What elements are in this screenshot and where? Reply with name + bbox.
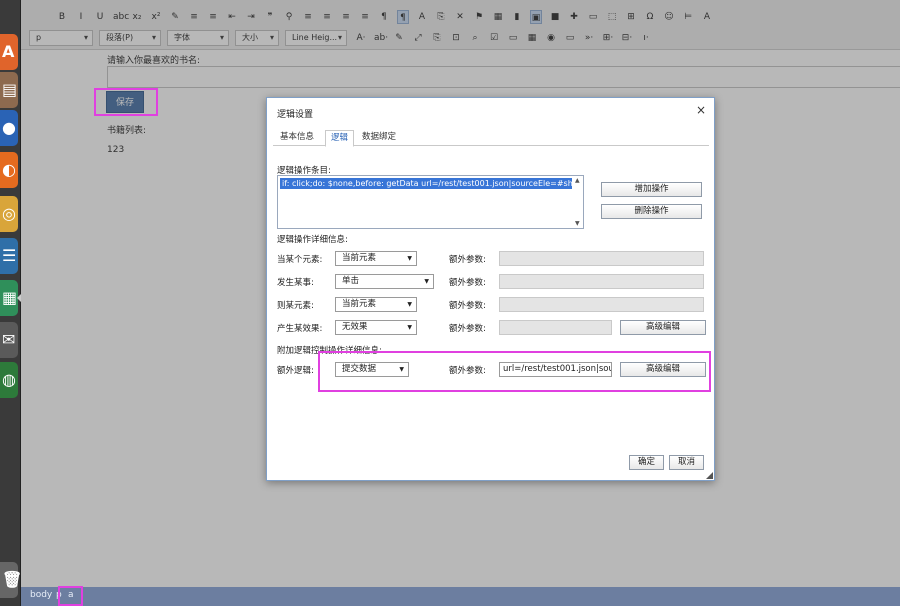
row-event-label: 发生某事: (277, 278, 314, 288)
ops-scrollbar[interactable]: ▲ ▼ (574, 177, 582, 227)
add-operation-button[interactable]: 增加操作 (601, 182, 702, 197)
launcher: A ▤ ● ◐ ◎ ☰ ▦ ✉ ◍ 🗑 (0, 0, 22, 606)
chat-icon[interactable]: ✉ (0, 322, 18, 358)
element-path-bar: body p a (21, 587, 900, 606)
event-select[interactable]: 单击 (335, 274, 434, 289)
row-effect-label: 产生某效果: (277, 324, 323, 334)
calc-icon[interactable]: ▦ (0, 280, 18, 316)
row-event-extra-label: 额外参数: (449, 278, 486, 288)
element-select[interactable]: 当前元素 (335, 251, 417, 266)
dialog-tabs: 基本信息 逻辑 数据绑定 (273, 128, 709, 147)
extra-logic-advanced-edit-button[interactable]: 高级编辑 (620, 362, 706, 377)
element-extra-input[interactable] (499, 251, 704, 266)
extra-logic-param-label: 额外参数: (449, 366, 486, 376)
effect-select[interactable]: 无效果 (335, 320, 417, 335)
writer-icon[interactable]: ☰ (0, 238, 18, 274)
trash-icon[interactable]: 🗑 (0, 562, 22, 598)
tab-data-binding[interactable]: 数据绑定 (357, 130, 401, 147)
row-element-label: 当某个元素: (277, 255, 323, 265)
close-icon[interactable]: × (696, 104, 706, 116)
delete-operation-button[interactable]: 删除操作 (601, 204, 702, 219)
row-target-label: 则某元素: (277, 301, 314, 311)
chrome-icon[interactable]: ◎ (0, 196, 18, 232)
ubuntu-software-icon[interactable]: A (0, 34, 18, 70)
event-extra-input[interactable] (499, 274, 704, 289)
effect-advanced-edit-button[interactable]: 高级编辑 (620, 320, 706, 335)
browser-icon[interactable]: ◍ (0, 362, 18, 398)
tab-logic[interactable]: 逻辑 (325, 130, 355, 147)
resize-grip-icon[interactable] (706, 472, 713, 479)
extra-logic-param-input[interactable]: url=/rest/test001.json|sourc (499, 362, 612, 377)
scroll-down-icon[interactable]: ▼ (575, 220, 580, 227)
dialog-title: 逻辑设置 (277, 110, 314, 120)
crumb-body[interactable]: body (30, 590, 52, 600)
detail-label: 逻辑操作详细信息: (277, 235, 348, 245)
row-effect-extra-label: 额外参数: (449, 324, 486, 334)
crumb-p[interactable]: p (56, 590, 62, 600)
firefox-icon[interactable]: ◐ (0, 152, 18, 188)
extra-logic-select[interactable]: 提交数据 (335, 362, 409, 377)
cancel-button[interactable]: 取消 (669, 455, 704, 470)
ops-listbox[interactable]: if: click;do: $none,before: getData url=… (277, 175, 584, 229)
row-target-extra-label: 额外参数: (449, 301, 486, 311)
attach-label: 附加逻辑控制操作详细信息: (277, 346, 382, 356)
target-select[interactable]: 当前元素 (335, 297, 417, 312)
qq-icon[interactable]: ● (0, 110, 18, 146)
logic-settings-dialog: 逻辑设置 × 基本信息 逻辑 数据绑定 逻辑操作条目: if: click;do… (266, 97, 715, 481)
target-extra-input[interactable] (499, 297, 704, 312)
tab-basic-info[interactable]: 基本信息 (275, 130, 319, 147)
files-icon[interactable]: ▤ (0, 72, 18, 108)
scroll-up-icon[interactable]: ▲ (575, 177, 580, 184)
effect-extra-input[interactable] (499, 320, 612, 335)
ops-list-item[interactable]: if: click;do: $none,before: getData url=… (280, 178, 572, 189)
row-element-extra-label: 额外参数: (449, 255, 486, 265)
crumb-a[interactable]: a (68, 590, 74, 600)
extra-logic-label: 额外逻辑: (277, 366, 314, 376)
ok-button[interactable]: 确定 (629, 455, 664, 470)
